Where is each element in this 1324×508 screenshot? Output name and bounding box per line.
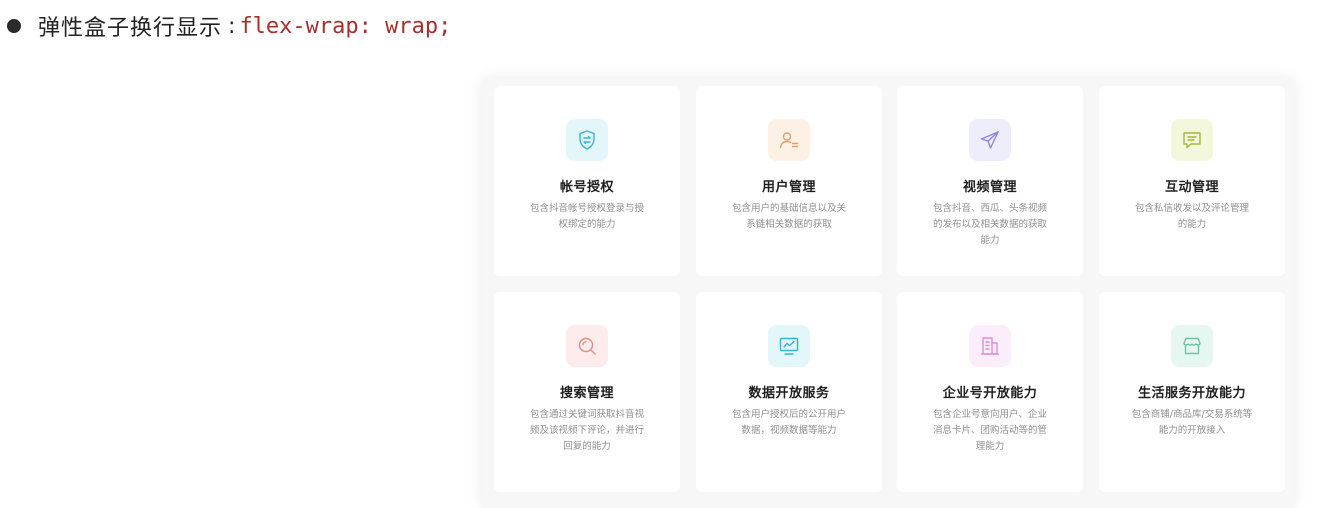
paper-plane-icon <box>969 119 1011 161</box>
shield-swap-icon <box>566 119 608 161</box>
card-interaction-management[interactable]: 互动管理 包含私信收发以及评论管理的能力 <box>1099 86 1285 276</box>
card-title: 数据开放服务 <box>748 386 830 401</box>
card-search-management[interactable]: 搜索管理 包含通过关键词获取抖音视频及该视频下评论，并进行回复的能力 <box>494 292 680 492</box>
heading-row: 弹性盒子换行显示 : flex-wrap: wrap; <box>0 10 451 42</box>
card-desc: 包含通过关键词获取抖音视频及该视频下评论，并进行回复的能力 <box>529 409 644 452</box>
card-enterprise-open-capability[interactable]: 企业号开放能力 包含企业号意向用户、企业消息卡片、团购活动等的管理能力 <box>897 292 1083 492</box>
heading-colon: : <box>228 13 236 39</box>
card-title: 帐号授权 <box>559 180 614 195</box>
search-icon <box>566 325 608 367</box>
chart-monitor-icon <box>768 325 810 367</box>
card-user-management[interactable]: 用户管理 包含用户的基础信息以及关系链相关数据的获取 <box>696 86 882 276</box>
card-title: 企业号开放能力 <box>942 386 1038 401</box>
heading-code: flex-wrap: wrap; <box>239 13 452 39</box>
card-desc: 包含私信收发以及评论管理的能力 <box>1134 203 1249 230</box>
capability-panel: 帐号授权 包含抖音帐号授权登录与授权绑定的能力 用户管理 包含用户的基础信息以及… <box>481 78 1295 508</box>
card-title: 互动管理 <box>1164 180 1219 195</box>
building-icon <box>969 325 1011 367</box>
card-life-service-open-capability[interactable]: 生活服务开放能力 包含商铺/商品库/交易系统等能力的开放接入 <box>1099 292 1285 492</box>
card-title: 用户管理 <box>761 180 816 195</box>
card-video-management[interactable]: 视频管理 包含抖音、西瓜、头条视频的发布以及相关数据的获取能力 <box>897 86 1083 276</box>
card-title: 视频管理 <box>962 180 1017 195</box>
chat-icon <box>1171 119 1213 161</box>
card-desc: 包含抖音、西瓜、头条视频的发布以及相关数据的获取能力 <box>932 203 1047 246</box>
user-list-icon <box>768 119 810 161</box>
card-title: 生活服务开放能力 <box>1137 386 1246 401</box>
card-desc: 包含用户的基础信息以及关系链相关数据的获取 <box>731 203 846 230</box>
card-data-open-service[interactable]: 数据开放服务 包含用户授权后的公开用户数据，视频数据等能力 <box>696 292 882 492</box>
card-desc: 包含企业号意向用户、企业消息卡片、团购活动等的管理能力 <box>932 409 1047 452</box>
store-icon <box>1171 325 1213 367</box>
card-title: 搜索管理 <box>559 386 614 401</box>
heading-title: 弹性盒子换行显示 <box>38 16 223 41</box>
card-desc: 包含用户授权后的公开用户数据，视频数据等能力 <box>731 409 846 436</box>
card-desc: 包含抖音帐号授权登录与授权绑定的能力 <box>529 203 644 230</box>
card-desc: 包含商铺/商品库/交易系统等能力的开放接入 <box>1131 409 1253 436</box>
card-account-auth[interactable]: 帐号授权 包含抖音帐号授权登录与授权绑定的能力 <box>494 86 680 276</box>
bullet-icon <box>7 19 21 33</box>
